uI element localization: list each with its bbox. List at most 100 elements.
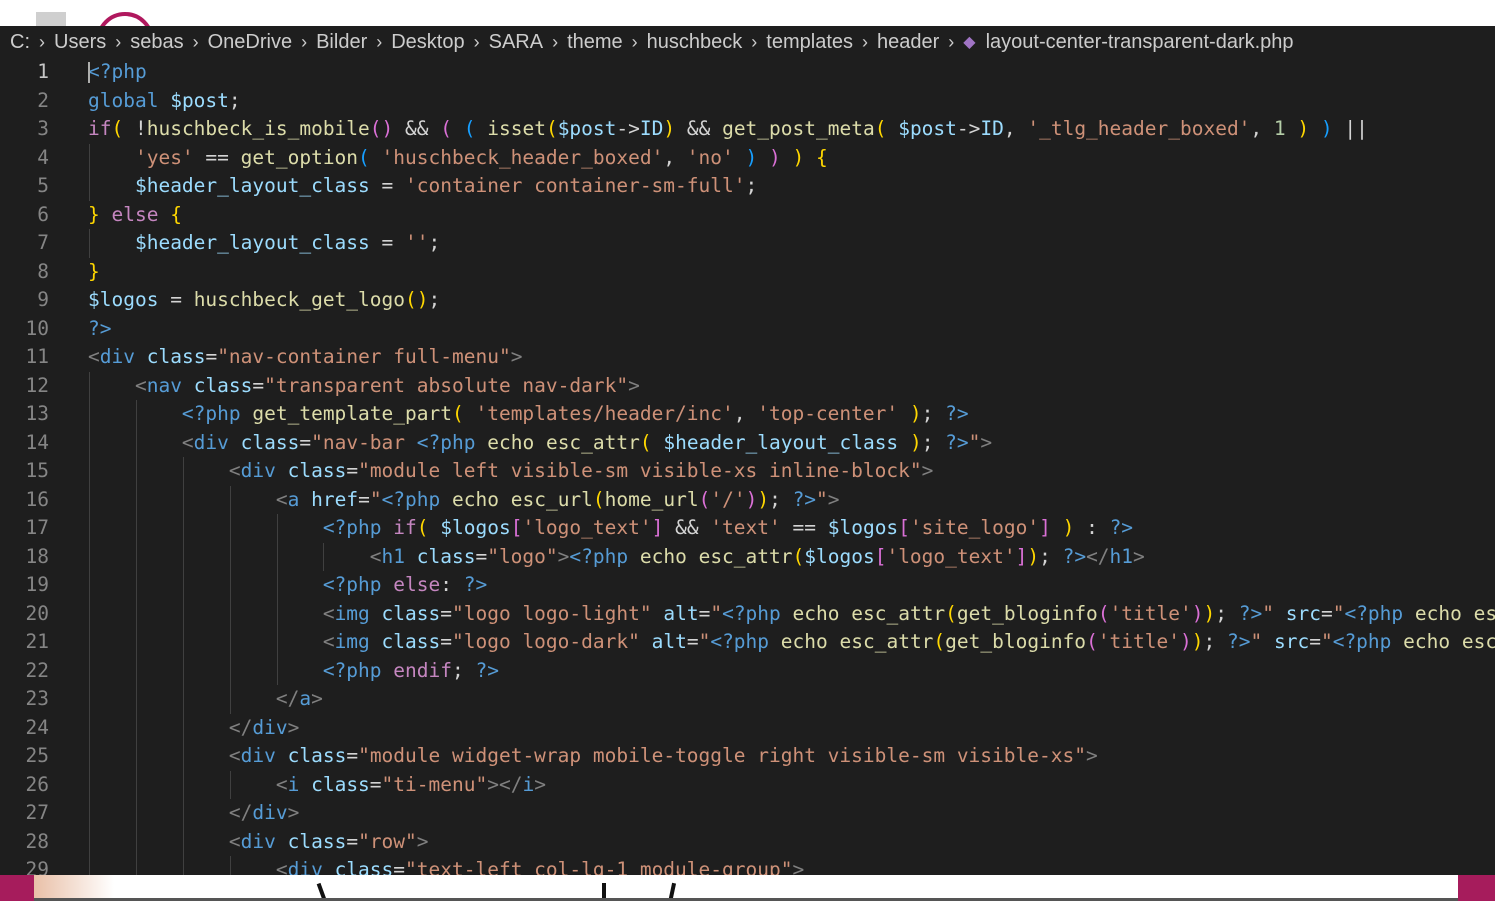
code-line[interactable]: 15 <div class="module left visible-sm vi… [0, 457, 1495, 486]
code-line[interactable]: 27 </div> [0, 799, 1495, 828]
code-token: 1 [1273, 117, 1286, 140]
code-line[interactable]: 14 <div class="nav-bar <?php echo esc_at… [0, 428, 1495, 457]
code-token: ( [592, 487, 605, 511]
code-token: ( [545, 117, 558, 140]
code-line[interactable]: 6} else { [0, 201, 1495, 230]
code-text: $logos = huschbeck_get_logo(); [88, 286, 440, 315]
code-line[interactable]: 1 <?php [0, 58, 1495, 87]
code-token: <?php [322, 516, 382, 539]
code-token: class [311, 772, 370, 796]
breadcrumb-item[interactable]: sebas [130, 31, 183, 54]
code-token: = [346, 459, 359, 482]
breadcrumb-item[interactable]: C: [10, 31, 30, 54]
code-token: : [1074, 516, 1110, 539]
code-line[interactable]: 9 $logos = huschbeck_get_logo(); [0, 286, 1495, 315]
code-line[interactable]: 25 <div class="module widget-wrap mobile… [0, 742, 1495, 771]
code-line[interactable]: 16 <a href="<?php echo esc_url(home_url(… [0, 485, 1495, 514]
code-token: <?php [710, 630, 770, 653]
code-line[interactable]: 17 <?php if( $logos['logo_text'] && 'tex… [0, 514, 1495, 543]
code-line[interactable]: 24 </div> [0, 713, 1495, 742]
code-token: ) [1203, 601, 1216, 625]
code-line[interactable]: 12 <nav class="transparent absolute nav-… [0, 371, 1495, 400]
code-token: } [88, 202, 100, 226]
code-token: < [322, 601, 335, 625]
code-token: div [240, 829, 276, 853]
code-token: <?php [722, 601, 781, 625]
code-token: ) [745, 145, 758, 169]
line-number: 15 [25, 459, 49, 482]
code-token: class [334, 858, 394, 875]
breadcrumb-item[interactable]: Users [54, 31, 106, 54]
code-token: a [287, 487, 300, 511]
code-text: <?php [88, 58, 147, 87]
code-line[interactable]: 20 <img class="logo logo-light" alt="<?p… [0, 599, 1495, 628]
code-token: > [628, 373, 640, 397]
code-line[interactable]: 10 ?> [0, 315, 1495, 344]
code-line[interactable]: 26 <i class="ti-menu"></i> [0, 770, 1495, 799]
line-number: 14 [25, 430, 49, 454]
code-line[interactable]: 4 'yes' == get_option( 'huschbeck_header… [0, 143, 1495, 172]
code-line[interactable]: 21 <img class="logo logo-dark" alt="<?ph… [0, 628, 1495, 657]
breadcrumb-item[interactable]: OneDrive [208, 31, 292, 54]
code-token: < [369, 544, 382, 568]
line-number: 13 [25, 402, 49, 425]
code-token: class [287, 744, 347, 767]
code-line[interactable]: 8} [0, 258, 1495, 287]
code-line[interactable]: 29 <div class="text-left col-lg-1 module… [0, 856, 1495, 875]
code-text: </div> [88, 799, 299, 828]
code-token: "row" [358, 829, 417, 853]
code-line[interactable]: 28 <div class="row"> [0, 827, 1495, 856]
line-number: 9 [37, 288, 49, 311]
code-line[interactable]: 13 <?php get_template_part( 'templates/h… [0, 400, 1495, 429]
code-token: $logos [440, 516, 511, 539]
background-fragment-left [0, 875, 34, 901]
breadcrumb-item[interactable]: templates [766, 31, 853, 54]
code-token: img [334, 601, 370, 625]
code-text: <?php get_template_part( 'templates/head… [88, 400, 969, 429]
code-token: < [322, 630, 335, 653]
code-token: class [416, 544, 476, 568]
code-token: ) [769, 145, 781, 169]
code-line[interactable]: 19 <?php else: ?> [0, 571, 1495, 600]
breadcrumb-item[interactable]: theme [567, 31, 623, 54]
code-token: < [228, 744, 241, 767]
code-line[interactable]: 3 if( !huschbeck_is_mobile() && ( ( isset… [0, 115, 1495, 144]
breadcrumb-item[interactable]: Bilder [316, 31, 367, 54]
code-token: ) [792, 145, 805, 169]
code-token: , [1003, 117, 1028, 140]
breadcrumb-file-name[interactable]: layout-center-transparent-dark.php [986, 31, 1294, 54]
code-line[interactable]: 2 global $post; [0, 87, 1495, 116]
line-number: 6 [37, 202, 49, 226]
code-token: " [1262, 601, 1274, 625]
code-token: 'logo_text' [522, 516, 652, 539]
code-line[interactable]: 22 <?php endif; ?> [0, 656, 1495, 685]
code-token: "ti-menu" [381, 772, 488, 796]
breadcrumb-item[interactable]: SARA [489, 31, 543, 54]
code-text: <div class="module left visible-sm visib… [88, 457, 933, 486]
code-token: h1 [1109, 544, 1134, 568]
chevron-right-icon: › [115, 31, 122, 52]
code-text: <div class="text-left col-lg-1 module-gr… [88, 856, 804, 875]
code-line[interactable]: 7 $header_layout_class = ''; [0, 229, 1495, 258]
code-token: == [780, 516, 828, 539]
code-line[interactable]: 23 </a> [0, 685, 1495, 714]
breadcrumb-item[interactable]: huschbeck [647, 31, 743, 54]
code-token: = [1320, 601, 1333, 625]
code-token: > [510, 345, 523, 368]
code-token: ( [463, 117, 476, 140]
code-line[interactable]: 5 $header_layout_class = 'container cont… [0, 172, 1495, 201]
code-token: else [393, 573, 441, 596]
code-line[interactable]: 11 <div class="nav-container full-menu"> [0, 343, 1495, 372]
breadcrumb-item[interactable]: Desktop [391, 31, 464, 54]
code-line[interactable]: 18 <h1 class="logo"><?php echo esc_attr(… [0, 542, 1495, 571]
code-editor[interactable]: 1 <?php 2 global $post; 3 if( !huschbeck_is_m… [0, 58, 1495, 875]
chevron-right-icon: › [631, 31, 638, 52]
breadcrumb-item[interactable]: header [877, 31, 939, 54]
